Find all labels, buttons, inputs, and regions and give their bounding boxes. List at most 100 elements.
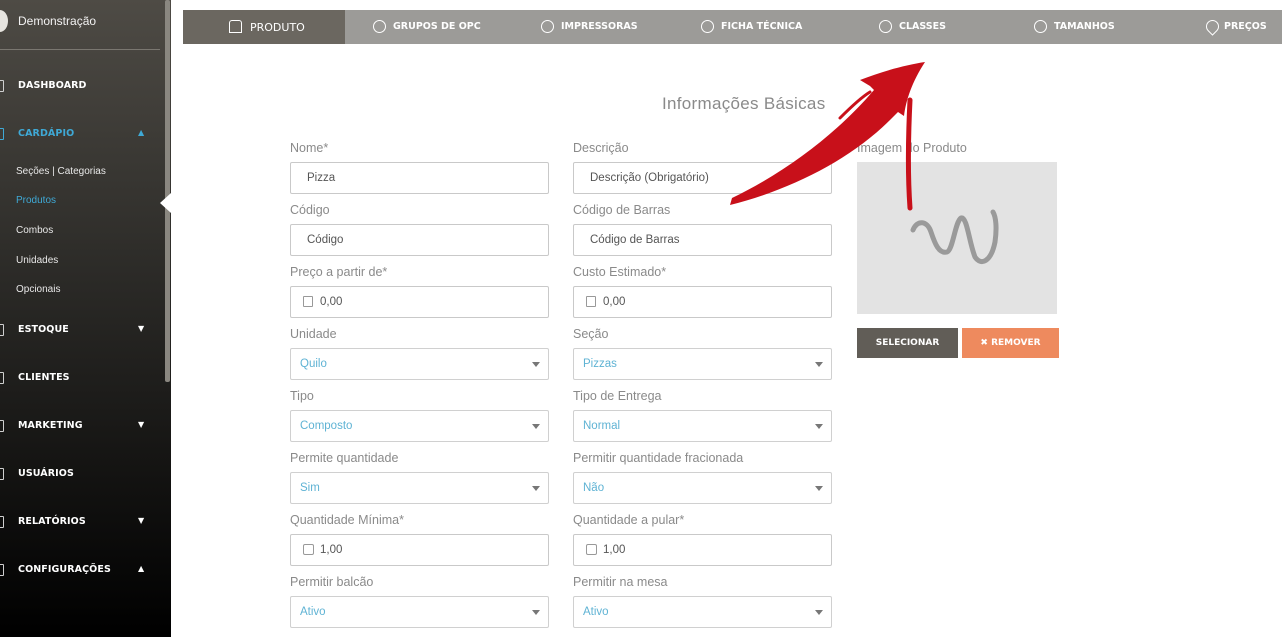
nav-dashboard-label: DASHBOARD	[18, 80, 87, 91]
tab-tamanhos-label: TAMANHOS	[1054, 21, 1115, 32]
tab-produto-label: PRODUTO	[250, 21, 305, 34]
nav-clientes[interactable]: CLIENTES	[0, 369, 160, 389]
secao-value: Pizzas	[583, 358, 617, 370]
user-icon	[229, 20, 242, 33]
chevron-down-icon	[532, 610, 540, 615]
permite-qtd-frac-select[interactable]: Não	[573, 472, 832, 504]
tab-tamanhos[interactable]: TAMANHOS	[1034, 10, 1124, 44]
nome-input[interactable]: Pizza	[290, 162, 549, 194]
chevron-down-icon	[815, 610, 823, 615]
balcao-label: Permitir balcão	[290, 575, 374, 589]
users-icon	[0, 468, 4, 480]
badge-icon	[879, 20, 892, 33]
section-title: Informações Básicas	[662, 94, 826, 113]
tipo-value: Composto	[300, 420, 353, 432]
permite-qtd-select[interactable]: Sim	[290, 472, 549, 504]
nav-marketing[interactable]: MARKETING ▼	[0, 417, 160, 437]
nav-usuarios[interactable]: USUÁRIOS	[0, 465, 160, 485]
descricao-placeholder: Descrição (Obrigatório)	[590, 172, 709, 184]
nav-dashboard[interactable]: DASHBOARD	[0, 77, 160, 97]
qtd-pular-label: Quantidade a pular*	[573, 513, 685, 527]
preco-input[interactable]: 0,00	[290, 286, 549, 318]
chevron-down-icon: ▼	[138, 324, 145, 333]
codigo-input[interactable]: Código	[290, 224, 549, 256]
unidade-select[interactable]: Quilo	[290, 348, 549, 380]
money-icon	[586, 296, 596, 307]
codigo-barras-input[interactable]: Código de Barras	[573, 224, 832, 256]
nav-estoque[interactable]: ESTOQUE ▼	[0, 321, 160, 341]
custo-input[interactable]: 0,00	[573, 286, 832, 318]
account-header[interactable]: Demonstração	[0, 0, 160, 50]
chevron-down-icon	[532, 424, 540, 429]
mesa-label: Permitir na mesa	[573, 575, 668, 589]
nav-cardapio-label: CARDÁPIO	[18, 128, 75, 139]
qtd-pular-input[interactable]: 1,00	[573, 534, 832, 566]
tipo-select[interactable]: Composto	[290, 410, 549, 442]
image-placeholder-icon	[910, 209, 999, 264]
secao-label: Seção	[573, 327, 609, 341]
tab-precos[interactable]: PREÇOS	[1203, 10, 1282, 44]
sidebar-subitem-unidades[interactable]: Unidades	[16, 255, 58, 266]
sidebar: Demonstração DASHBOARD CARDÁPIO ▲ Seções…	[0, 0, 171, 637]
sidebar-subitem-secoes[interactable]: Seções | Categorias	[16, 166, 106, 177]
unidade-value: Quilo	[300, 358, 327, 370]
dashboard-icon	[0, 80, 4, 92]
chevron-up-icon: ▲	[138, 564, 145, 573]
clients-icon	[0, 372, 4, 384]
stock-icon	[0, 324, 4, 336]
nav-estoque-label: ESTOQUE	[18, 324, 69, 335]
tab-grupos-opc-label: GRUPOS DE OPC	[393, 21, 481, 32]
chevron-down-icon	[815, 424, 823, 429]
sidebar-subitem-combos[interactable]: Combos	[16, 225, 53, 236]
codigo-barras-placeholder: Código de Barras	[590, 234, 680, 246]
menu-icon	[0, 128, 4, 140]
badge-icon	[1034, 20, 1047, 33]
nav-usuarios-label: USUÁRIOS	[18, 468, 74, 479]
balcao-value: Ativo	[300, 606, 326, 618]
location-pin-icon	[1203, 17, 1222, 36]
tab-ficha-tecnica-label: FICHA TÉCNICA	[721, 21, 803, 32]
tab-ficha-tecnica[interactable]: FICHA TÉCNICA	[701, 10, 816, 44]
descricao-input[interactable]: Descrição (Obrigatório)	[573, 162, 832, 194]
custo-label: Custo Estimado*	[573, 265, 667, 279]
qtd-pular-value: 1,00	[603, 544, 626, 556]
secao-select[interactable]: Pizzas	[573, 348, 832, 380]
tipo-entrega-value: Normal	[583, 420, 621, 432]
nav-relatorios[interactable]: RELATÓRIOS ▼	[0, 513, 160, 533]
tab-grupos-opc[interactable]: GRUPOS DE OPC	[373, 10, 503, 44]
product-image-placeholder	[857, 162, 1057, 314]
nav-cardapio[interactable]: CARDÁPIO ▲	[0, 125, 160, 145]
cube-icon	[303, 544, 314, 555]
tab-impressoras[interactable]: IMPRESSORAS	[541, 10, 651, 44]
nome-label: Nome*	[290, 141, 329, 155]
permite-qtd-label: Permite quantidade	[290, 451, 399, 465]
nav-clientes-label: CLIENTES	[18, 372, 70, 383]
mesa-select[interactable]: Ativo	[573, 596, 832, 628]
product-tabs: PRODUTO GRUPOS DE OPC IMPRESSORAS FICHA …	[183, 10, 1282, 44]
permite-qtd-frac-label: Permitir quantidade fracionada	[573, 451, 744, 465]
tab-produto[interactable]: PRODUTO	[183, 10, 345, 44]
account-name: Demonstração	[18, 14, 97, 28]
qtd-min-label: Quantidade Mínima*	[290, 513, 404, 527]
permite-qtd-value: Sim	[300, 482, 320, 494]
tab-classes[interactable]: CLASSES	[879, 10, 959, 44]
chevron-down-icon	[815, 486, 823, 491]
nav-configuracoes[interactable]: CONFIGURAÇÕES ▲	[0, 561, 160, 581]
tipo-label: Tipo	[290, 389, 314, 403]
reports-icon	[0, 516, 4, 528]
remove-image-button[interactable]: ✖ REMOVER	[962, 328, 1059, 358]
unidade-label: Unidade	[290, 327, 337, 341]
chevron-down-icon	[532, 362, 540, 367]
product-image-label: Imagem do Produto	[857, 141, 967, 155]
nav-relatorios-label: RELATÓRIOS	[18, 516, 86, 527]
sidebar-scrollbar[interactable]	[165, 0, 170, 382]
avatar	[0, 10, 8, 32]
sidebar-subitem-opcionais[interactable]: Opcionais	[16, 284, 60, 295]
balcao-select[interactable]: Ativo	[290, 596, 549, 628]
select-image-button[interactable]: SELECIONAR	[857, 328, 958, 358]
qtd-min-input[interactable]: 1,00	[290, 534, 549, 566]
sidebar-subitem-produtos[interactable]: Produtos	[16, 195, 56, 206]
chevron-up-icon: ▲	[138, 128, 145, 137]
tipo-entrega-select[interactable]: Normal	[573, 410, 832, 442]
preco-label: Preço a partir de*	[290, 265, 388, 279]
